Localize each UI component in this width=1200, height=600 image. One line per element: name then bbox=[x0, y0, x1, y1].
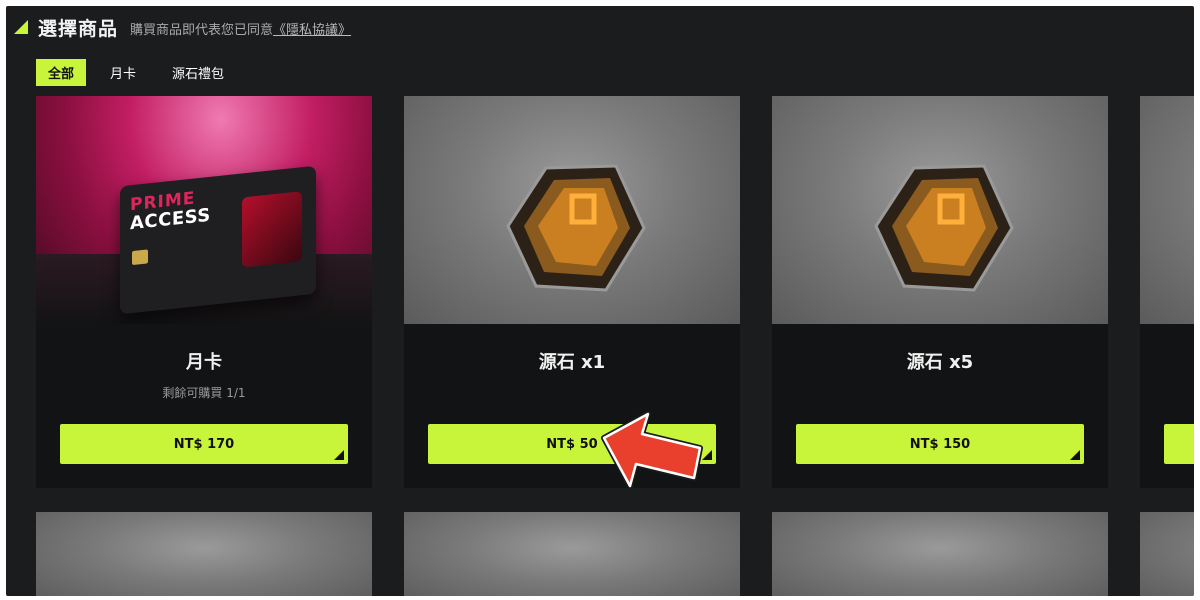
annotation-arrow-icon bbox=[601, 411, 703, 489]
originium-gem-icon bbox=[506, 164, 646, 292]
corner-triangle-icon bbox=[334, 450, 344, 460]
product-card-row2[interactable] bbox=[1140, 512, 1194, 596]
product-card-originium-5[interactable]: 源石 x5 NT$ 150 bbox=[772, 96, 1108, 488]
prime-access-image: PRIME ACCESS bbox=[36, 96, 372, 324]
originium-image bbox=[772, 96, 1108, 324]
tab-all[interactable]: 全部 bbox=[36, 59, 87, 86]
buy-button-partial[interactable] bbox=[1164, 424, 1194, 464]
header-triangle-icon bbox=[14, 20, 28, 34]
product-card-row2[interactable] bbox=[772, 512, 1108, 596]
product-card-row2[interactable] bbox=[36, 512, 372, 596]
header: 選擇商品 購買商品即代表您已同意《隱私協議》 bbox=[12, 12, 351, 42]
product-title: 月卡 bbox=[186, 352, 222, 373]
tab-monthly-card[interactable]: 月卡 bbox=[98, 59, 148, 86]
buy-button-monthly[interactable]: NT$ 170 bbox=[60, 424, 348, 464]
corner-triangle-icon bbox=[1070, 450, 1080, 460]
store-panel: 選擇商品 購買商品即代表您已同意《隱私協議》 全部 月卡 源石禮包 PRIME … bbox=[6, 6, 1194, 596]
purchase-limit: 剩餘可購買 1/1 bbox=[162, 386, 246, 400]
chip-icon bbox=[132, 249, 148, 266]
originium-gem-icon bbox=[874, 164, 1014, 292]
product-card-monthly[interactable]: PRIME ACCESS 月卡 剩餘可購買 1/1 NT$ 170 bbox=[36, 96, 372, 488]
product-card-partial[interactable] bbox=[1140, 96, 1194, 488]
price-label: NT$ 50 bbox=[546, 436, 598, 452]
price-label: NT$ 150 bbox=[909, 436, 971, 452]
page-title: 選擇商品 bbox=[38, 17, 119, 40]
originium-image bbox=[404, 96, 740, 324]
category-tabs: 全部 月卡 源石禮包 bbox=[36, 59, 248, 86]
product-title: 源石 x5 bbox=[906, 352, 974, 373]
originium-image bbox=[1140, 96, 1194, 324]
agreement-text: 購買商品即代表您已同意《隱私協議》 bbox=[130, 19, 351, 38]
price-label: NT$ 170 bbox=[173, 436, 235, 452]
buy-button-originium-5[interactable]: NT$ 150 bbox=[796, 424, 1084, 464]
product-card-row2[interactable] bbox=[404, 512, 740, 596]
card-emblem-icon bbox=[242, 191, 302, 268]
tab-originium-pack[interactable]: 源石禮包 bbox=[160, 59, 236, 86]
prime-access-card-graphic: PRIME ACCESS bbox=[120, 165, 316, 315]
privacy-link[interactable]: 《隱私協議》 bbox=[273, 23, 351, 38]
agreement-label: 購買商品即代表您已同意 bbox=[130, 23, 274, 38]
product-title: 源石 x1 bbox=[538, 352, 606, 373]
